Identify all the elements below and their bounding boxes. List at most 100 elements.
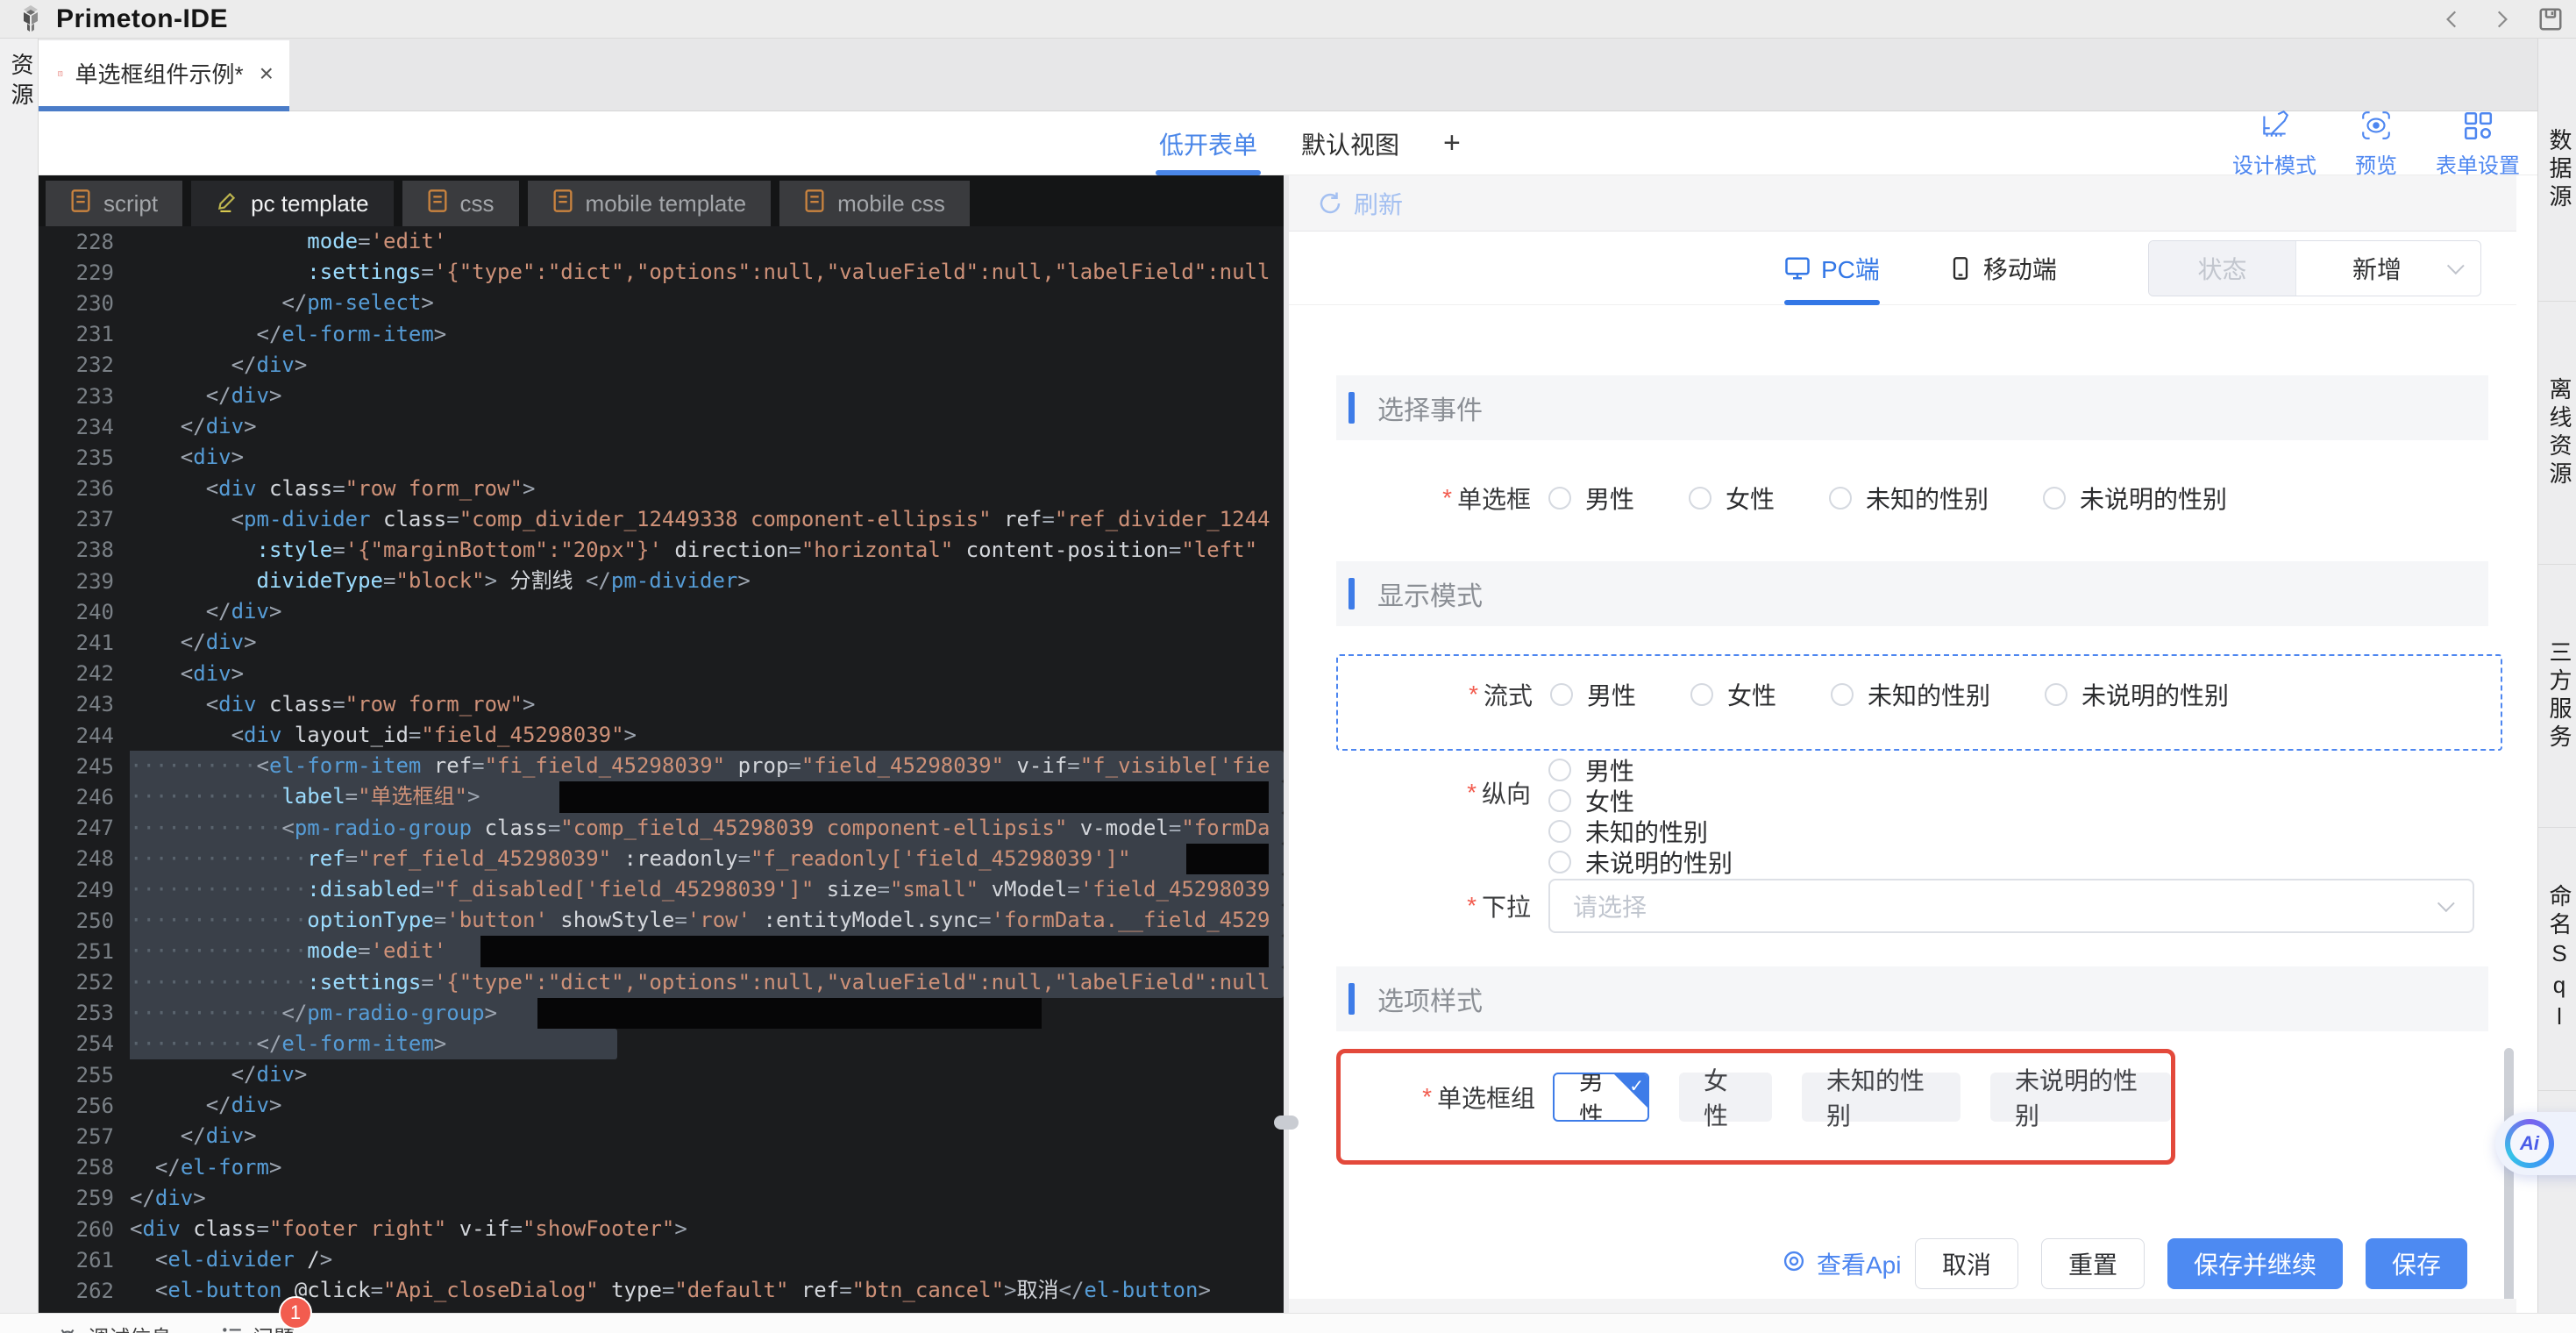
view-api-link[interactable]: 查看Api (1782, 1246, 1901, 1281)
radio-option[interactable]: 男性 (1548, 481, 1634, 516)
radio-button-option[interactable]: 女性 (1679, 1073, 1772, 1122)
button-取消[interactable]: 取消 (1915, 1238, 2018, 1289)
radio-option[interactable]: 未说明的性别 (2043, 481, 2227, 516)
code-text: </div> (130, 1059, 1284, 1090)
dropdown-select[interactable]: 请选择 (1548, 879, 2474, 933)
nav-forward-icon[interactable] (2488, 6, 2515, 32)
radio-option[interactable]: 女性 (1690, 677, 1776, 712)
code-line-content: </div> (130, 1090, 1284, 1121)
radio-circle-icon[interactable] (1690, 683, 1713, 706)
document-tab[interactable]: 单选框组件示例* × (39, 40, 289, 106)
toolbar-action-preview[interactable]: 预览 (2355, 109, 2397, 179)
radio-button-option[interactable]: 男性✓ (1553, 1073, 1649, 1122)
field-label-text: 下拉 (1482, 888, 1531, 923)
radio-circle-icon[interactable] (1548, 851, 1571, 873)
field-label-text: 纵向 (1482, 775, 1531, 810)
primary-button-保存[interactable]: 保存 (2366, 1238, 2467, 1289)
sidebar-item-数据源[interactable]: 数据源 (2538, 39, 2576, 302)
radio-circle-icon[interactable] (1831, 683, 1854, 706)
code-editor: scriptpc templatecssmobile templatemobil… (39, 175, 1284, 1313)
code-text: ············label="单选框组"> (130, 781, 1284, 812)
radio-option[interactable]: 未知的性别 (1831, 677, 1990, 712)
toolbar-action-label: 设计模式 (2232, 148, 2316, 179)
editor-tab-label: pc template (251, 190, 368, 217)
radio-circle-icon[interactable] (1548, 487, 1571, 510)
status-select[interactable]: 状态 新增 (2148, 240, 2481, 296)
line-number: 253 (39, 1001, 130, 1025)
editor-body[interactable]: 228 mode='edit'229 :settings='{"type":"d… (39, 216, 1284, 1307)
code-text: </el-form-item> (130, 319, 1284, 350)
code-line-content: <pm-divider class="comp_divider_12449338… (130, 504, 1284, 535)
view-tabs: 低开表单 默认视图 + (1159, 111, 1461, 175)
app-title: Primeton-IDE (56, 4, 228, 34)
code-text: <div> (130, 442, 1284, 473)
radio-option[interactable]: 男性 (1548, 754, 1733, 785)
editor-tab-label: mobile css (837, 190, 945, 217)
code-text: divideType="block"> 分割线 </pm-divider> (130, 566, 1284, 596)
tab-pc[interactable]: PC端 (1784, 232, 1880, 305)
toolbar-action-design-mode[interactable]: 设计模式 (2232, 109, 2316, 179)
line-number: 239 (39, 569, 130, 594)
code-line-content: <div layout_id="field_45298039"> (130, 720, 1284, 751)
radio-option[interactable]: 未知的性别 (1548, 816, 1733, 846)
radio-circle-icon[interactable] (1829, 487, 1852, 510)
code-line: 243 <div class="row form_row"> (39, 689, 1284, 720)
radio-option[interactable]: 未说明的性别 (2045, 677, 2229, 712)
section-title: 显示模式 (1377, 574, 1483, 613)
line-number: 232 (39, 353, 130, 377)
refresh-icon (1317, 190, 1343, 217)
line-number: 258 (39, 1155, 130, 1180)
code-line: 260<div class="footer right" v-if="showF… (39, 1214, 1284, 1244)
radio-circle-icon[interactable] (2043, 487, 2066, 510)
line-number: 247 (39, 816, 130, 840)
sidebar-item-离线资源[interactable]: 离线资源 (2538, 302, 2576, 565)
radio-option[interactable]: 未说明的性别 (1548, 846, 1733, 877)
panel-scrollbar[interactable] (2504, 1048, 2514, 1311)
line-number: 243 (39, 692, 130, 716)
section-header: 选项样式 (1336, 966, 2488, 1031)
primary-button-保存并继续[interactable]: 保存并继续 (2167, 1238, 2343, 1289)
radio-circle-icon[interactable] (1550, 683, 1573, 706)
radio-circle-icon[interactable] (1548, 789, 1571, 812)
radio-circle-icon[interactable] (1548, 820, 1571, 843)
required-asterisk: * (1442, 484, 1452, 512)
tab-lowcode-form[interactable]: 低开表单 (1159, 111, 1257, 175)
toolbar-action-form-settings[interactable]: 表单设置 (2436, 109, 2520, 179)
radio-button-option[interactable]: 未说明的性别 (1990, 1073, 2171, 1122)
close-icon[interactable]: × (260, 61, 274, 86)
code-text: </pm-select> (130, 288, 1284, 318)
line-number: 246 (39, 785, 130, 809)
radio-button-option[interactable]: 未知的性别 (1802, 1073, 1960, 1122)
code-line-content: ··············mode='edit' (130, 936, 1284, 966)
radio-circle-icon[interactable] (2045, 683, 2067, 706)
radio-circle-icon[interactable] (1689, 487, 1711, 510)
code-line: 258 </el-form> (39, 1152, 1284, 1183)
nav-back-icon[interactable] (2439, 6, 2466, 32)
sidebar-item-命名Sql[interactable]: 命名Sql (2538, 828, 2576, 1091)
check-icon: ✓ (1629, 1075, 1644, 1097)
radio-option[interactable]: 女性 (1548, 785, 1733, 816)
sidebar-item-三方服务[interactable]: 三方服务 (2538, 565, 2576, 828)
code-line-content: </div> (130, 411, 1284, 442)
code-line: 253············</pm-radio-group> (39, 998, 1284, 1029)
refresh-button[interactable]: 刷新 (1317, 186, 1403, 221)
ai-assistant-button[interactable]: Ai (2495, 1112, 2576, 1175)
sidebar-item-resources[interactable]: 资源 (0, 53, 38, 112)
splitter-grip-handle[interactable] (1274, 1116, 1299, 1130)
toolbar-actions: 设计模式预览表单设置 (2232, 111, 2520, 175)
code-text: <div> (130, 659, 1284, 689)
radio-option[interactable]: 女性 (1689, 481, 1775, 516)
debug-info-button[interactable]: 调试信息 (56, 1321, 172, 1333)
radio-circle-icon[interactable] (1548, 759, 1571, 781)
add-view-button[interactable]: + (1443, 126, 1461, 160)
tab-mobile[interactable]: 移动端 (1948, 232, 2057, 305)
radio-option[interactable]: 未知的性别 (1829, 481, 1989, 516)
radio-option[interactable]: 男性 (1550, 677, 1636, 712)
save-icon[interactable] (2537, 6, 2564, 32)
tab-default-view[interactable]: 默认视图 (1301, 111, 1399, 175)
code-text: ··············ref="ref_field_45298039" :… (130, 844, 1284, 874)
radio-option-label: 女性 (1727, 677, 1776, 712)
button-重置[interactable]: 重置 (2041, 1238, 2145, 1289)
code-line: 257 </div> (39, 1121, 1284, 1151)
file-icon (804, 189, 825, 219)
